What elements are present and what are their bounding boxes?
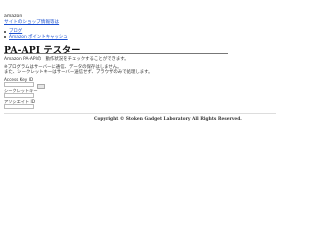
note-line-2: また、シークレットキーはサーバー送信せず、ブラウザのみで処理します。 xyxy=(4,70,153,75)
header: amazon サイトのショップ情報等は xyxy=(4,14,276,26)
shop-info-link[interactable]: サイトのショップ情報等は xyxy=(4,20,276,26)
page: amazon サイトのショップ情報等は ブログ Amazon ポイントキャッシュ… xyxy=(0,0,280,202)
bullet-icon xyxy=(4,30,6,33)
intro-text: Amazon PA-APIの 動作状況をチェックすることができます。 xyxy=(4,57,129,62)
copyright: Copyright © Stoken Gadget Laboratory All… xyxy=(94,117,242,122)
access-key-field[interactable] xyxy=(4,82,34,87)
submit-button[interactable] xyxy=(37,84,45,89)
associate-id-field[interactable] xyxy=(4,104,34,109)
nav-item-label[interactable]: Amazon ポイントキャッシュ xyxy=(9,35,68,41)
secret-key-field[interactable] xyxy=(4,93,34,98)
title-divider xyxy=(4,53,228,54)
bullet-icon xyxy=(4,36,6,39)
footer-divider xyxy=(4,113,276,114)
nav-item-point[interactable]: Amazon ポイントキャッシュ xyxy=(4,35,68,41)
nav-list: ブログ Amazon ポイントキャッシュ xyxy=(4,29,68,40)
